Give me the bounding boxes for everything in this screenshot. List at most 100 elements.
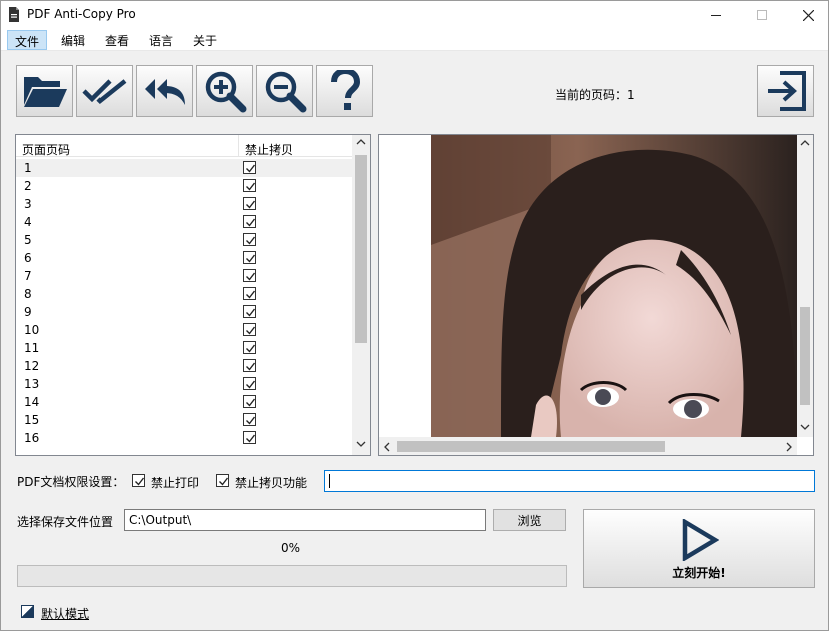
text-caret [329,474,330,488]
zoom-out-icon [265,71,306,113]
window-title: PDF Anti-Copy Pro [27,7,136,21]
chevron-up-icon[interactable] [356,138,366,146]
save-location-label: 选择保存文件位置 [17,515,114,529]
scrollbar-thumb[interactable] [397,441,665,452]
minimize-icon [711,15,721,16]
no-print-checkbox[interactable] [132,474,145,487]
row-no-copy-checkbox[interactable] [243,215,256,228]
table-row[interactable]: 5 [16,231,352,249]
close-button[interactable] [785,1,829,29]
minimize-button[interactable] [693,1,739,29]
menu-edit[interactable]: 编辑 [54,30,92,50]
maximize-button[interactable] [739,1,785,29]
table-scrollbar[interactable] [352,135,370,455]
row-no-copy-checkbox[interactable] [243,197,256,210]
exit-icon [767,71,806,111]
table-row[interactable]: 16 [16,429,352,447]
table-row[interactable]: 9 [16,303,352,321]
app-window: PDF Anti-Copy Pro 文件 编辑 查看 语言 关于 当前的页码：1… [0,0,829,631]
row-no-copy-checkbox[interactable] [243,233,256,246]
table-row[interactable]: 14 [16,393,352,411]
row-page-number: 7 [24,269,32,283]
row-no-copy-checkbox[interactable] [243,323,256,336]
row-no-copy-checkbox[interactable] [243,179,256,192]
checkmark-icon [246,434,256,443]
scrollbar-thumb[interactable] [355,155,367,343]
row-no-copy-checkbox[interactable] [243,305,256,318]
row-no-copy-checkbox[interactable] [243,287,256,300]
checkmark-icon [246,344,256,353]
question-icon [330,70,360,110]
row-no-copy-checkbox[interactable] [243,269,256,282]
table-row[interactable]: 15 [16,411,352,429]
permissions-label: PDF文档权限设置： [17,475,125,489]
play-icon [682,519,719,561]
table-row[interactable]: 4 [16,213,352,231]
table-row[interactable]: 3 [16,195,352,213]
preview-vertical-scrollbar[interactable] [797,135,813,437]
table-row[interactable]: 8 [16,285,352,303]
mode-toggle-icon[interactable] [21,605,34,618]
current-page-number: 1 [627,88,635,102]
table-row[interactable]: 10 [16,321,352,339]
output-path-input[interactable]: C:\Output\ [124,509,486,531]
checkmark-icon [135,477,145,486]
menu-view[interactable]: 查看 [98,30,136,50]
menu-about[interactable]: 关于 [186,30,224,50]
row-no-copy-checkbox[interactable] [243,251,256,264]
start-button[interactable]: 立刻开始! [583,509,815,588]
row-page-number: 10 [24,323,40,337]
row-no-copy-checkbox[interactable] [243,377,256,390]
table-row[interactable]: 6 [16,249,352,267]
table-row[interactable]: 1 [16,159,352,177]
exit-button[interactable] [757,65,814,117]
title-bar: PDF Anti-Copy Pro [1,1,828,29]
preview-horizontal-scrollbar[interactable] [379,437,797,455]
checkmark-icon [246,272,256,281]
row-no-copy-checkbox[interactable] [243,395,256,408]
menu-bar: 文件 编辑 查看 语言 关于 [1,29,828,51]
chevron-right-icon[interactable] [785,442,793,452]
help-button[interactable] [316,65,373,117]
row-no-copy-checkbox[interactable] [243,161,256,174]
table-row[interactable]: 13 [16,375,352,393]
table-row[interactable]: 2 [16,177,352,195]
check-all-button[interactable] [76,65,133,117]
row-no-copy-checkbox[interactable] [243,413,256,426]
open-file-button[interactable] [16,65,73,117]
chevron-left-icon[interactable] [383,442,391,452]
page-table[interactable]: 页面页码 禁止拷贝 1 2 3 4 5 6 7 8 9 10 11 12 13 14 15 16 [15,134,371,456]
password-input[interactable] [324,470,815,492]
no-copy-label[interactable]: 禁止拷贝功能 [235,474,307,491]
row-no-copy-checkbox[interactable] [243,341,256,354]
row-no-copy-checkbox[interactable] [243,359,256,372]
chevron-down-icon[interactable] [356,440,366,448]
table-header: 页面页码 禁止拷贝 [16,135,352,157]
column-header-page[interactable]: 页面页码 [22,141,70,158]
undo-all-button[interactable] [136,65,193,117]
zoom-out-button[interactable] [256,65,313,117]
menu-file[interactable]: 文件 [7,30,48,50]
no-print-label[interactable]: 禁止打印 [151,474,199,491]
row-page-number: 15 [24,413,40,427]
table-row[interactable]: 7 [16,267,352,285]
row-no-copy-checkbox[interactable] [243,431,256,444]
page-preview[interactable] [378,134,814,456]
column-header-no-copy[interactable]: 禁止拷贝 [245,141,293,158]
scrollbar-thumb[interactable] [800,307,810,405]
table-row[interactable]: 12 [16,357,352,375]
column-divider[interactable] [238,135,239,157]
row-page-number: 14 [24,395,40,409]
progress-percent: 0% [281,541,301,555]
chevron-down-icon[interactable] [800,423,810,431]
chevron-up-icon[interactable] [800,139,810,147]
checkmark-icon [246,362,256,371]
mode-link[interactable]: 默认模式 [41,605,89,622]
menu-language[interactable]: 语言 [142,30,180,50]
checkmark-icon [246,416,256,425]
zoom-in-button[interactable] [196,65,253,117]
table-row[interactable]: 11 [16,339,352,357]
no-copy-checkbox[interactable] [216,474,229,487]
page-indicator: 当前的页码：1 [555,86,635,103]
browse-button[interactable]: 浏览 [493,509,566,531]
